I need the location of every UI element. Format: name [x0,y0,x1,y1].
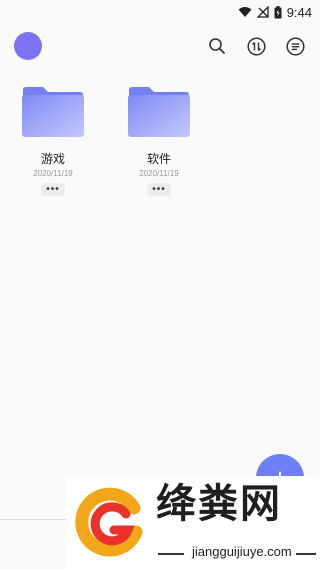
folder-date: 2020/11/19 [33,169,73,178]
status-bar: 9:44 [0,0,320,24]
folder-name: 软件 [146,152,171,166]
no-signal-icon [256,6,269,18]
wifi-icon [238,6,252,18]
folder-date: 2020/11/19 [139,169,179,178]
watermark-url: jiangguijiuye.com [192,544,292,559]
folder-icon [127,86,191,143]
watermark: 绛粪网 jiangguijiuye.com [66,476,320,569]
folder-item[interactable]: 软件 2020/11/19 ••• [114,80,204,204]
folder-name: 游戏 [40,152,65,166]
more-options-button[interactable]: ••• [41,183,65,196]
search-icon[interactable] [207,36,227,56]
sort-icon[interactable] [246,36,266,56]
top-bar [0,24,320,68]
watermark-title: 绛粪网 [156,481,282,527]
menu-icon[interactable] [285,36,305,56]
more-options-button[interactable]: ••• [147,183,171,196]
divider [296,553,316,555]
folder-item[interactable]: 游戏 2020/11/19 ••• [8,80,98,204]
status-time: 9:44 [286,4,312,20]
watermark-logo [74,486,146,563]
battery-icon [274,5,282,19]
folder-icon [21,86,85,143]
avatar[interactable] [14,32,42,60]
divider [158,553,184,555]
